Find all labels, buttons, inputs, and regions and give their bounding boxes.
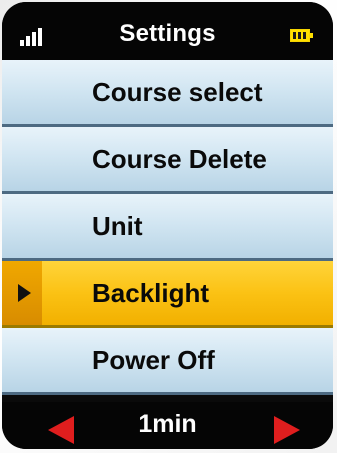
page-title: Settings [119, 20, 216, 47]
menu-item-label: Backlight [92, 278, 210, 308]
device-screen: Settings Course select Course Delete Uni… [2, 2, 333, 449]
play-triangle-icon [18, 284, 31, 302]
menu-item-course-delete[interactable]: Course Delete [2, 127, 333, 194]
menu-item-unit[interactable]: Unit [2, 194, 333, 261]
menu-item-label: Unit [92, 211, 143, 241]
battery-icon [290, 29, 313, 42]
menu-item-course-select[interactable]: Course select [2, 60, 333, 127]
menu-item-power-off[interactable]: Power Off [2, 328, 333, 395]
status-bar: Settings [2, 2, 333, 60]
device-frame: Settings Course select Course Delete Uni… [0, 0, 337, 453]
menu-item-backlight[interactable]: Backlight [2, 261, 333, 328]
menu-item-label: Course select [92, 77, 263, 107]
value-selector-bar: 1min [2, 402, 333, 449]
menu-item-label: Course Delete [92, 144, 267, 174]
arrow-right-icon[interactable] [274, 416, 300, 444]
menu-item-label: Power Off [92, 345, 215, 375]
selection-indicator [2, 261, 42, 325]
